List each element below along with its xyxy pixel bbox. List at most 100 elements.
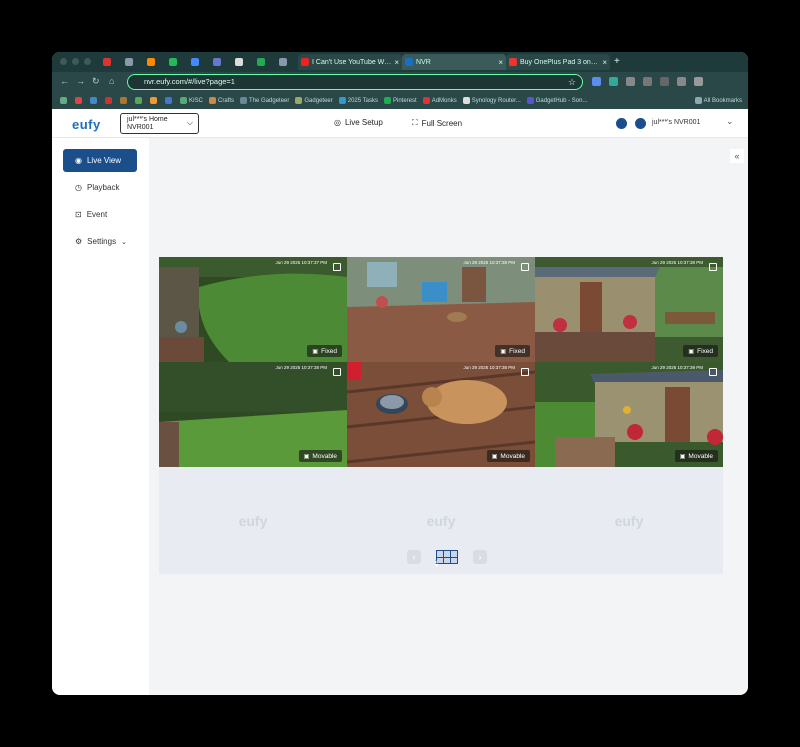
camera-mode-badge: ▣ Fixed bbox=[495, 345, 530, 357]
camera-timestamp: Jun 29 2025 10:37:37 PM bbox=[275, 260, 327, 265]
browser-tab[interactable]: Buy OnePlus Pad 3 online | O...× bbox=[506, 54, 610, 70]
menu-icon[interactable] bbox=[694, 77, 703, 86]
camera-mode-badge: ▣ Fixed bbox=[683, 345, 718, 357]
bookmark-item[interactable]: AdMonks bbox=[422, 97, 457, 104]
browser-tab[interactable] bbox=[254, 54, 276, 70]
prev-page-button[interactable]: ‹ bbox=[407, 550, 421, 564]
user-avatar-icon[interactable] bbox=[635, 118, 646, 129]
bookmark-item[interactable]: KISC bbox=[180, 97, 203, 104]
bookmark-star-icon[interactable]: ☆ bbox=[568, 75, 576, 89]
bookmark-favicon-icon[interactable] bbox=[90, 97, 99, 104]
browser-tab[interactable] bbox=[144, 54, 166, 70]
bookmark-item[interactable]: Crafts bbox=[209, 97, 234, 104]
tab-favicon-icon bbox=[279, 58, 287, 66]
camera-timestamp: Jun 29 2025 10:37:38 PM bbox=[463, 260, 515, 265]
sidebar-item-event[interactable]: ⊡ Event bbox=[63, 203, 137, 226]
extension-icon[interactable] bbox=[609, 77, 618, 86]
profile-icon[interactable] bbox=[677, 77, 686, 86]
bookmark-favicon-icon bbox=[422, 97, 430, 104]
bookmark-label: GadgetHub - Son... bbox=[535, 97, 588, 104]
full-screen-button[interactable]: ⛶ Full Screen bbox=[412, 118, 462, 128]
playback-icon: ◷ bbox=[75, 183, 82, 192]
apps-grid-icon[interactable] bbox=[60, 97, 69, 104]
bookmark-favicon-icon[interactable] bbox=[135, 97, 144, 104]
bookmark-item[interactable]: The Gadgeteer bbox=[240, 97, 289, 104]
fullscreen-icon[interactable] bbox=[333, 263, 341, 271]
camera-feed-tile[interactable]: Jun 29 2025 10:37:38 PM ▣ Fixed bbox=[535, 257, 723, 362]
next-page-button[interactable]: › bbox=[473, 550, 487, 564]
bookmark-favicon-icon[interactable] bbox=[150, 97, 159, 104]
bookmark-favicon-icon bbox=[526, 97, 534, 104]
tab-strip: I Can't Use YouTube Without...×NVR×Buy O… bbox=[52, 52, 748, 72]
url-input[interactable]: nvr.eufy.com/#/live?page=1 ☆ bbox=[127, 74, 583, 90]
bookmark-favicon-icon[interactable] bbox=[75, 97, 84, 104]
camera-mode-label: Fixed bbox=[697, 347, 713, 355]
close-tab-icon[interactable]: × bbox=[394, 58, 399, 67]
collapse-panel-icon[interactable]: « bbox=[730, 149, 744, 163]
bookmark-label: Crafts bbox=[218, 97, 235, 104]
bookmarks-bar: KISC Crafts The Gadgeteer Gadgeteer 2025 Tas… bbox=[52, 92, 748, 109]
bookmark-item[interactable]: Synology Router... bbox=[462, 97, 521, 104]
bookmark-item[interactable]: Gadgeteer bbox=[295, 97, 333, 104]
camera-feed-tile[interactable]: Jun 29 2025 10:37:38 PM ▣ Fixed bbox=[347, 257, 535, 362]
bookmark-favicon-icon[interactable] bbox=[120, 97, 129, 104]
camera-feed-tile[interactable]: Jun 29 2025 10:37:37 PM ▣ Fixed bbox=[159, 257, 347, 362]
sidepanel-icon[interactable] bbox=[660, 77, 669, 86]
reload-icon[interactable]: ↻ bbox=[92, 76, 100, 87]
minimize-window-icon[interactable] bbox=[72, 58, 79, 65]
user-name[interactable]: jul***'s NVR001 bbox=[652, 119, 700, 126]
sidebar-item-live-view[interactable]: ◉ Live View bbox=[63, 149, 137, 172]
browser-tab[interactable] bbox=[188, 54, 210, 70]
browser-tab[interactable]: NVR × bbox=[402, 54, 506, 70]
camera-feed-tile[interactable]: Jun 29 2025 10:37:38 PM ▣ Movable bbox=[347, 362, 535, 467]
fullscreen-icon[interactable] bbox=[521, 263, 529, 271]
extension-icon[interactable] bbox=[643, 77, 652, 86]
browser-tab[interactable] bbox=[210, 54, 232, 70]
fullscreen-icon[interactable] bbox=[333, 368, 341, 376]
eufy-watermark: eufy bbox=[426, 512, 456, 529]
bookmark-favicon-icon[interactable] bbox=[165, 97, 174, 104]
close-tab-icon[interactable]: × bbox=[498, 58, 503, 67]
bookmark-favicon-icon[interactable] bbox=[105, 97, 114, 104]
home-name: jul***'s Home bbox=[127, 116, 168, 123]
browser-tab[interactable]: I Can't Use YouTube Without...× bbox=[298, 54, 402, 70]
camera-feed-tile[interactable]: Jun 29 2025 10:37:38 PM ▣ Movable bbox=[159, 362, 347, 467]
browser-tab[interactable] bbox=[100, 54, 122, 70]
home-selector[interactable]: jul***'s Home NVR001 ⌵ bbox=[120, 113, 199, 134]
forward-icon[interactable]: → bbox=[76, 76, 85, 86]
bookmark-item[interactable]: 2025 Tasks bbox=[338, 97, 378, 104]
close-window-icon[interactable] bbox=[60, 58, 67, 65]
browser-tab[interactable] bbox=[232, 54, 254, 70]
extension-icon[interactable] bbox=[592, 77, 601, 86]
sidebar-item-playback[interactable]: ◷ Playback bbox=[63, 176, 137, 199]
window-controls[interactable] bbox=[60, 58, 91, 65]
fullscreen-icon[interactable] bbox=[709, 368, 717, 376]
fullscreen-icon[interactable] bbox=[709, 263, 717, 271]
maximize-window-icon[interactable] bbox=[84, 58, 91, 65]
browser-tab[interactable] bbox=[166, 54, 188, 70]
bookmark-item[interactable]: GadgetHub - Son... bbox=[526, 97, 588, 104]
camera-timestamp: Jun 29 2025 10:37:38 PM bbox=[275, 365, 327, 370]
browser-tab[interactable] bbox=[276, 54, 298, 70]
new-tab-button[interactable]: + bbox=[614, 54, 620, 72]
all-bookmarks-item[interactable]: All Bookmarks bbox=[694, 97, 742, 104]
chevron-down-icon[interactable]: ⌄ bbox=[726, 116, 734, 127]
home-icon[interactable]: ⌂ bbox=[109, 76, 114, 86]
back-icon[interactable]: ← bbox=[60, 76, 69, 86]
grid-layout-icon[interactable]: 1 bbox=[435, 550, 458, 566]
bookmark-item[interactable]: Pinterest bbox=[384, 97, 417, 104]
url-text: nvr.eufy.com/#/live?page=1 bbox=[144, 77, 235, 86]
browser-tab[interactable] bbox=[122, 54, 144, 70]
extension-icon[interactable] bbox=[626, 77, 635, 86]
sidebar-item-settings[interactable]: ⚙ Settings ⌄ bbox=[63, 230, 137, 253]
fullscreen-icon[interactable] bbox=[521, 368, 529, 376]
bookmark-favicon-icon bbox=[295, 97, 303, 104]
bell-icon[interactable] bbox=[616, 118, 627, 129]
close-tab-icon[interactable]: × bbox=[602, 58, 607, 67]
live-setup-button[interactable]: ◎ Live Setup bbox=[334, 118, 383, 127]
tab-favicon-icon bbox=[147, 58, 155, 66]
camera-grid: Jun 29 2025 10:37:37 PM ▣ Fixed Jun 29 2025… bbox=[159, 257, 723, 574]
camera-feed-tile[interactable]: Jun 29 2025 10:37:39 PM ▣ Movable bbox=[535, 362, 723, 467]
tab-favicon-icon bbox=[103, 58, 111, 66]
camera-mode-label: Movable bbox=[688, 452, 713, 460]
